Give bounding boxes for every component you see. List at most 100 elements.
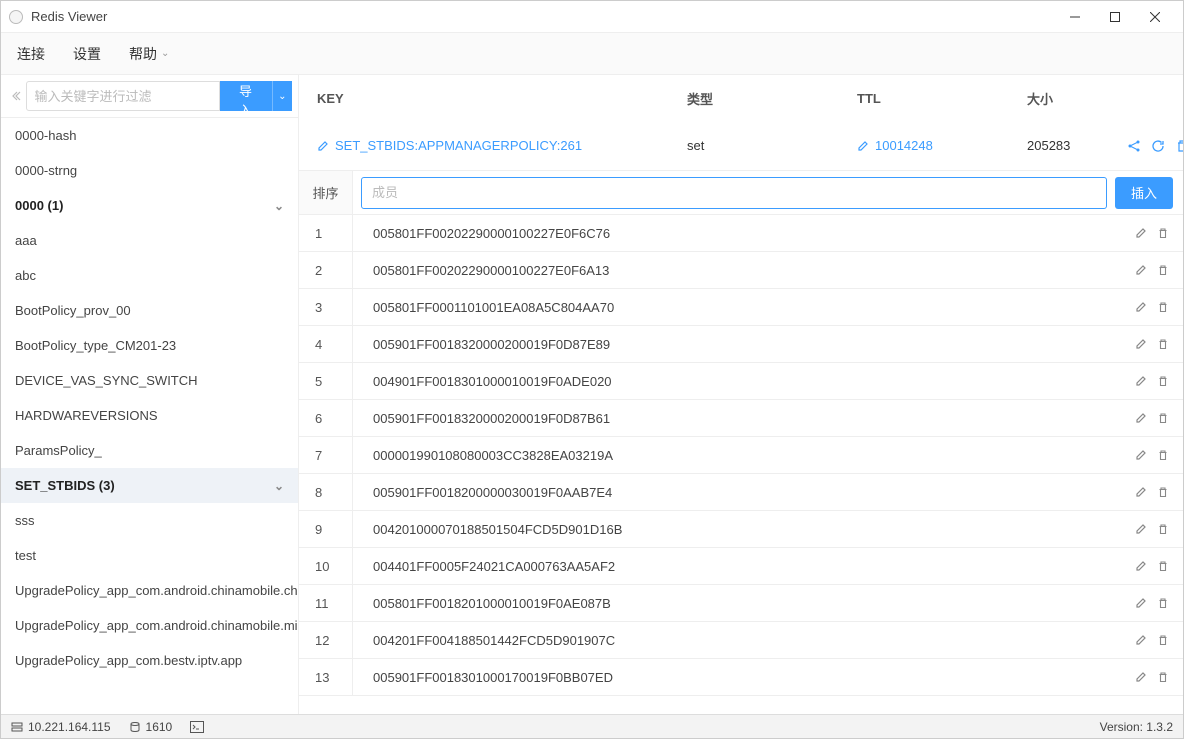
minimize-button[interactable] — [1055, 2, 1095, 32]
row-value: 005901FF0018320000200019F0D87B61 — [353, 411, 1123, 426]
import-button[interactable]: 导入 — [220, 81, 272, 111]
data-table[interactable]: 1005801FF00202290000100227E0F6C762005801… — [299, 215, 1183, 714]
delete-icon[interactable] — [1175, 139, 1183, 153]
sidebar-item[interactable]: SET_STBIDS (3)⌄ — [1, 468, 298, 503]
member-input[interactable] — [361, 177, 1107, 209]
sidebar-item[interactable]: sss — [1, 503, 298, 538]
sidebar-item[interactable]: BootPolicy_prov_00 — [1, 293, 298, 328]
delete-icon[interactable] — [1157, 301, 1169, 313]
sidebar-item-label: 0000-hash — [15, 128, 76, 143]
delete-icon[interactable] — [1157, 412, 1169, 424]
import-dropdown-button[interactable]: ⌄ — [272, 81, 292, 111]
delete-icon[interactable] — [1157, 671, 1169, 683]
row-value: 004201000070188501504FCD5D901D16B — [353, 522, 1123, 537]
table-row[interactable]: 8005901FF0018200000030019F0AAB7E4 — [299, 474, 1183, 511]
sidebar-item[interactable]: ParamsPolicy_ — [1, 433, 298, 468]
edit-icon[interactable] — [1135, 412, 1147, 424]
sidebar-item[interactable]: aaa — [1, 223, 298, 258]
row-index: 2 — [299, 252, 353, 288]
row-value: 005901FF0018301000170019F0BB07ED — [353, 670, 1123, 685]
terminal-icon — [190, 721, 204, 733]
row-value: 004401FF0005F24021CA000763AA5AF2 — [353, 559, 1123, 574]
menu-help[interactable]: 帮助⌄ — [129, 44, 169, 64]
sidebar-item[interactable]: 0000-strng — [1, 153, 298, 188]
edit-icon[interactable] — [1135, 671, 1147, 683]
status-version: Version: 1.3.2 — [1100, 720, 1173, 734]
key-tree[interactable]: 0000-hash 0000-strng 0000 (1)⌄aaaabc BootPo… — [1, 118, 298, 714]
sort-label[interactable]: 排序 — [299, 171, 353, 214]
delete-icon[interactable] — [1157, 264, 1169, 276]
col-ttl: TTL — [857, 91, 1027, 106]
delete-icon[interactable] — [1157, 375, 1169, 387]
delete-icon[interactable] — [1157, 597, 1169, 609]
delete-icon[interactable] — [1157, 227, 1169, 239]
delete-icon[interactable] — [1157, 634, 1169, 646]
sidebar-item-label: 0000 (1) — [15, 198, 63, 213]
row-index: 1 — [299, 215, 353, 251]
sidebar-item[interactable]: test — [1, 538, 298, 573]
edit-icon[interactable] — [1135, 301, 1147, 313]
edit-icon[interactable] — [317, 140, 329, 152]
row-index: 4 — [299, 326, 353, 362]
table-row[interactable]: 2005801FF00202290000100227E0F6A13 — [299, 252, 1183, 289]
member-bar: 排序 插入 — [299, 171, 1183, 215]
table-row[interactable]: 11005801FF0018201000010019F0AE087B — [299, 585, 1183, 622]
share-icon[interactable] — [1127, 139, 1141, 153]
key-size: 205283 — [1027, 138, 1127, 153]
table-row[interactable]: 7000001990108080003CC3828EA03219A — [299, 437, 1183, 474]
edit-icon[interactable] — [1135, 227, 1147, 239]
delete-icon[interactable] — [1157, 449, 1169, 461]
edit-icon[interactable] — [1135, 338, 1147, 350]
table-row[interactable]: 3005801FF0001101001EA08A5C804AA70 — [299, 289, 1183, 326]
sidebar-item[interactable]: UpgradePolicy_app_com.android.chinamobil… — [1, 573, 298, 608]
edit-icon[interactable] — [1135, 597, 1147, 609]
sidebar-item[interactable]: UpgradePolicy_app_com.bestv.iptv.app — [1, 643, 298, 678]
row-index: 5 — [299, 363, 353, 399]
edit-icon[interactable] — [1135, 375, 1147, 387]
sidebar-item[interactable]: 0000 (1)⌄ — [1, 188, 298, 223]
sidebar-item[interactable]: 0000-hash — [1, 118, 298, 153]
edit-icon[interactable] — [1135, 560, 1147, 572]
edit-icon[interactable] — [1135, 486, 1147, 498]
key-ttl[interactable]: 10014248 — [875, 138, 933, 153]
table-row[interactable]: 13005901FF0018301000170019F0BB07ED — [299, 659, 1183, 696]
sidebar-item-label: BootPolicy_prov_00 — [15, 303, 131, 318]
delete-icon[interactable] — [1157, 560, 1169, 572]
insert-button[interactable]: 插入 — [1115, 177, 1173, 209]
status-terminal[interactable] — [190, 721, 204, 733]
edit-icon[interactable] — [1135, 523, 1147, 535]
refresh-icon[interactable] — [1151, 139, 1165, 153]
edit-icon[interactable] — [1135, 634, 1147, 646]
delete-icon[interactable] — [1157, 338, 1169, 350]
menu-connect[interactable]: 连接 — [17, 44, 45, 64]
row-value: 005801FF0018201000010019F0AE087B — [353, 596, 1123, 611]
menu-settings[interactable]: 设置 — [73, 44, 101, 64]
table-row[interactable]: 10004401FF0005F24021CA000763AA5AF2 — [299, 548, 1183, 585]
statusbar: 10.221.164.115 1610 Version: 1.3.2 — [1, 714, 1183, 738]
sidebar-item[interactable]: HARDWAREVERSIONS — [1, 398, 298, 433]
edit-icon[interactable] — [1135, 264, 1147, 276]
sidebar-item[interactable]: BootPolicy_type_CM201-23 — [1, 328, 298, 363]
row-value: 000001990108080003CC3828EA03219A — [353, 448, 1123, 463]
table-row[interactable]: 4005901FF0018320000200019F0D87E89 — [299, 326, 1183, 363]
sidebar-item[interactable]: abc — [1, 258, 298, 293]
table-row[interactable]: 1005801FF00202290000100227E0F6C76 — [299, 215, 1183, 252]
edit-icon[interactable] — [1135, 449, 1147, 461]
delete-icon[interactable] — [1157, 523, 1169, 535]
close-button[interactable] — [1135, 2, 1175, 32]
delete-icon[interactable] — [1157, 486, 1169, 498]
table-row[interactable]: 6005901FF0018320000200019F0D87B61 — [299, 400, 1183, 437]
table-row[interactable]: 9004201000070188501504FCD5D901D16B — [299, 511, 1183, 548]
search-input[interactable] — [26, 81, 220, 111]
edit-icon[interactable] — [857, 140, 869, 152]
key-name[interactable]: SET_STBIDS:APPMANAGERPOLICY:261 — [335, 138, 582, 153]
table-row[interactable]: 12004201FF004188501442FCD5D901907C — [299, 622, 1183, 659]
sidebar-item[interactable]: UpgradePolicy_app_com.android.chinamobil… — [1, 608, 298, 643]
maximize-button[interactable] — [1095, 2, 1135, 32]
table-row[interactable]: 5004901FF0018301000010019F0ADE020 — [299, 363, 1183, 400]
sidebar-item[interactable]: DEVICE_VAS_SYNC_SWITCH — [1, 363, 298, 398]
row-value: 005901FF0018320000200019F0D87E89 — [353, 337, 1123, 352]
collapse-sidebar-button[interactable] — [7, 81, 26, 111]
row-value: 005801FF00202290000100227E0F6C76 — [353, 226, 1123, 241]
sidebar-item-label: 0000-strng — [15, 163, 77, 178]
